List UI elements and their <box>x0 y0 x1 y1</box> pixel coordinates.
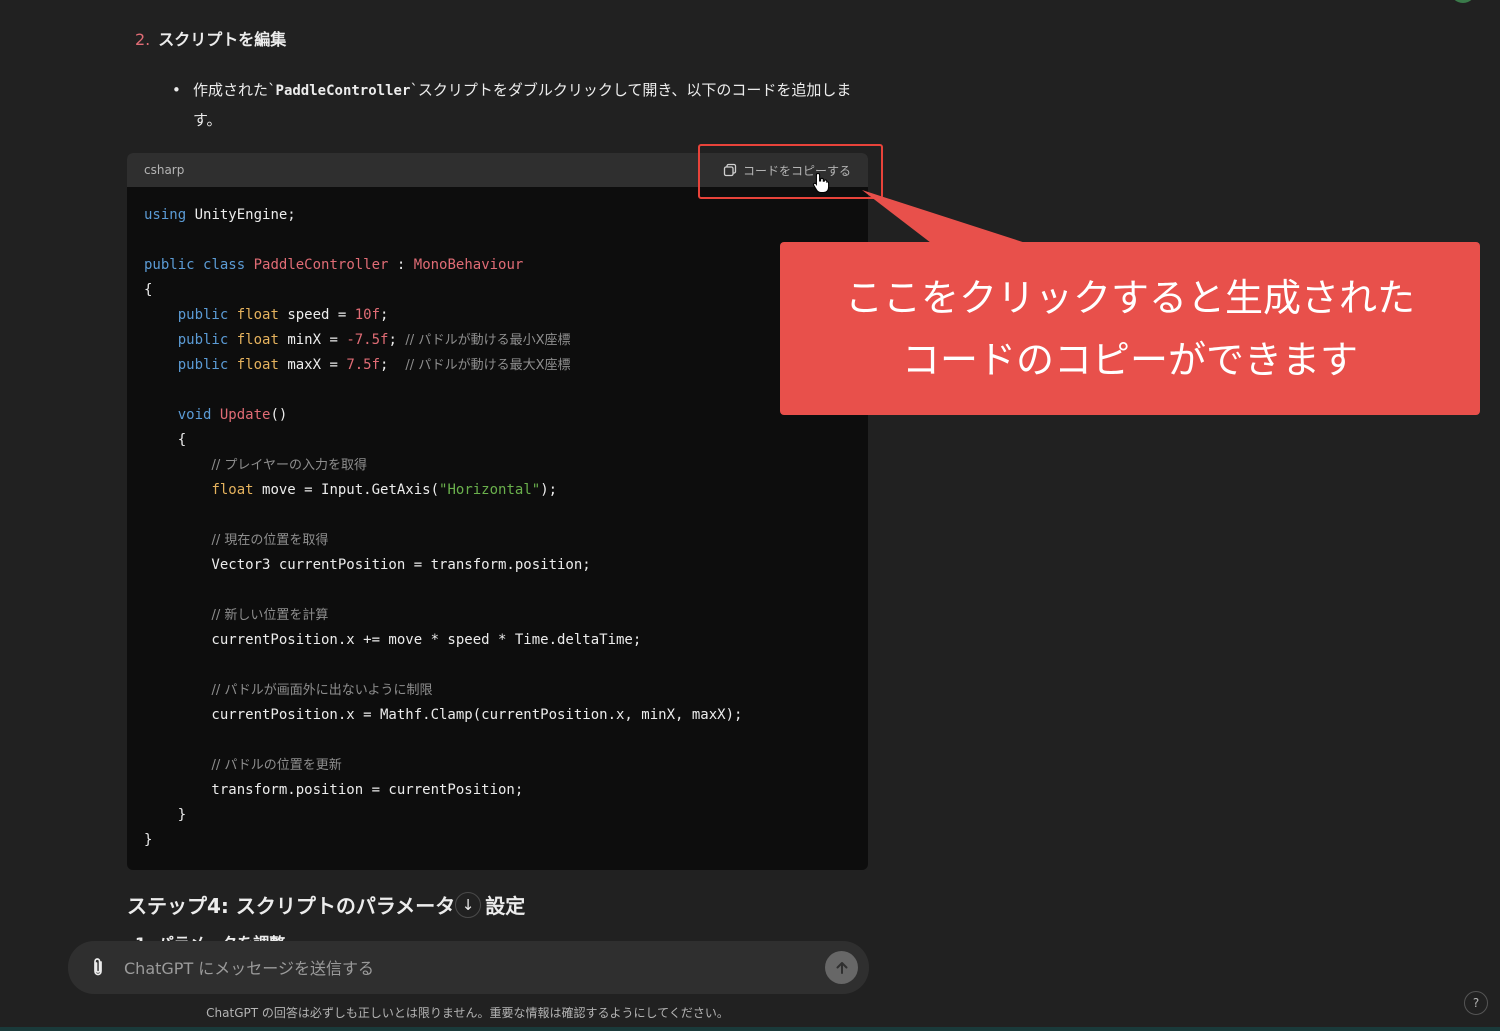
scroll-down-button[interactable]: ↓ <box>455 892 481 918</box>
list-item: • 作成された`PaddleController`スクリプトをダブルクリックして… <box>172 76 872 135</box>
section-heading-before: ステップ4: スクリプトのパラメータ <box>127 894 456 918</box>
step-number: 2. <box>135 30 151 49</box>
send-button[interactable] <box>825 951 858 984</box>
callout-line-1: ここをクリックすると生成された <box>844 275 1415 320</box>
bullet-text: 作成された`PaddleController`スクリプトをダブルクリックして開き… <box>193 76 872 135</box>
avatar[interactable] <box>1450 0 1476 3</box>
step-heading: 2. スクリプトを編集 <box>135 26 286 50</box>
disclaimer-text: ChatGPT の回答は必ずしも正しいとは限りません。重要な情報は確認するように… <box>206 1006 729 1020</box>
annotation-callout: ここをクリックすると生成された コードのコピーができます <box>780 242 1480 415</box>
bullet-dot: • <box>172 81 181 99</box>
code-block: csharp コードをコピーする using UnityEngine; publ… <box>127 153 868 870</box>
code-language: csharp <box>144 163 185 177</box>
code-content: using UnityEngine; public class PaddleCo… <box>144 207 743 848</box>
message-composer <box>68 941 869 994</box>
help-icon[interactable]: ? <box>1464 991 1488 1015</box>
section-heading-after: 設定 <box>485 894 526 918</box>
bottom-divider <box>0 1027 1500 1031</box>
bullet-text-before: 作成された` <box>193 81 276 99</box>
paperclip-icon[interactable] <box>88 956 108 978</box>
hand-cursor-icon <box>813 172 830 194</box>
callout-line-2: コードのコピーができます <box>901 337 1358 382</box>
step-title: スクリプトを編集 <box>158 30 287 49</box>
inline-code: PaddleController <box>275 83 411 99</box>
arrow-up-icon <box>836 961 847 974</box>
message-input[interactable] <box>122 955 806 981</box>
copy-button-highlight <box>698 144 883 199</box>
